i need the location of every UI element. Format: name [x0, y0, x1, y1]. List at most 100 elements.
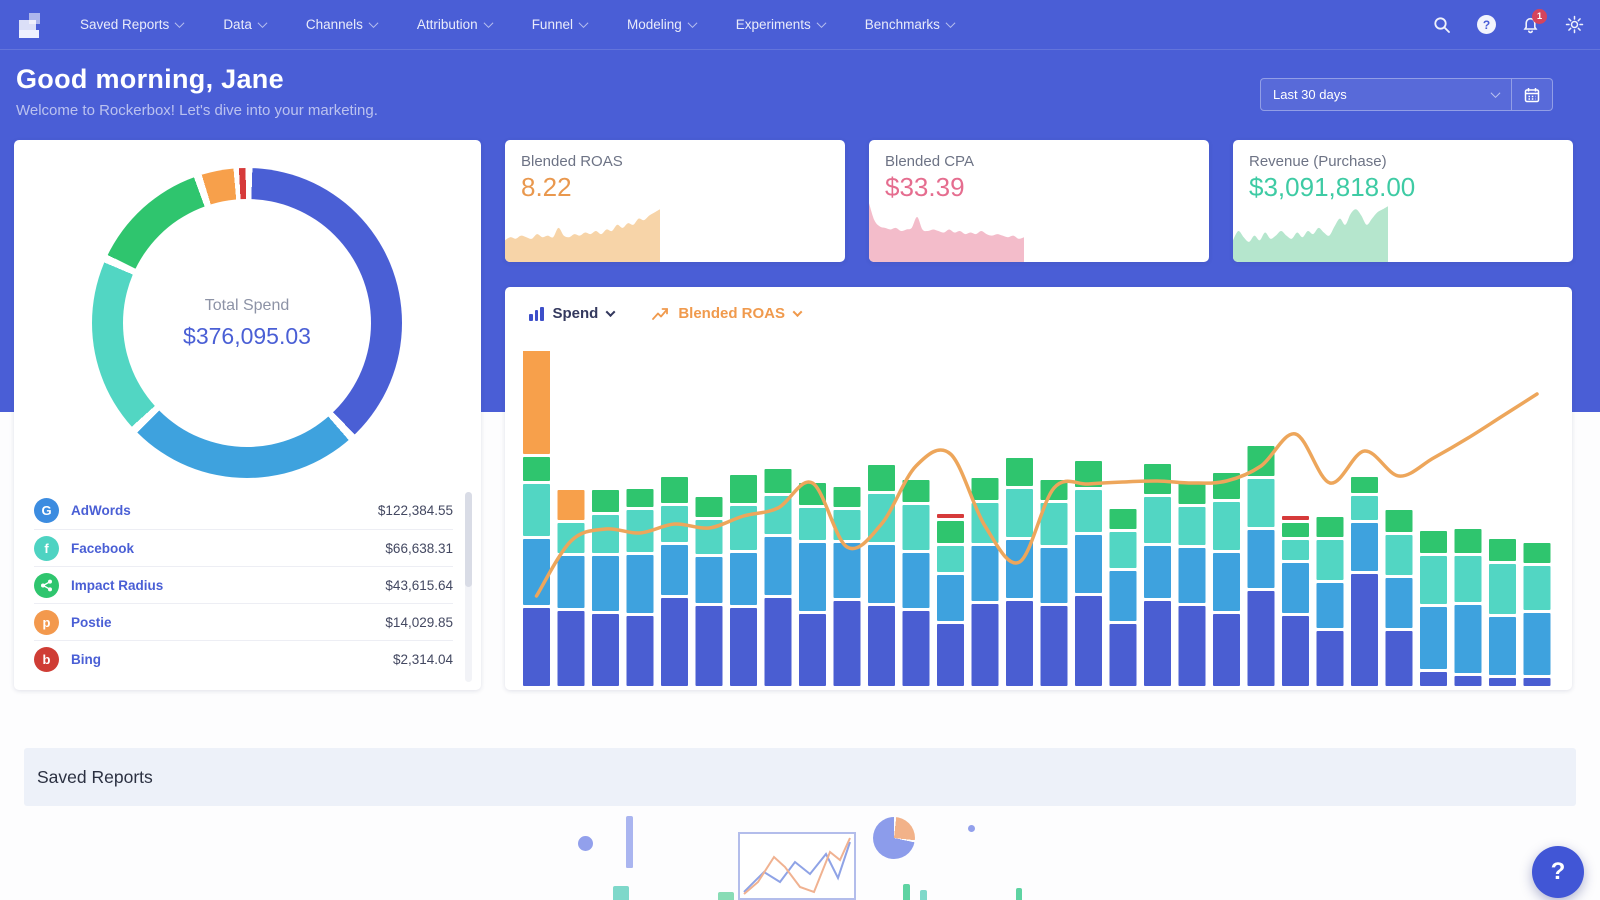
- search-icon[interactable]: [1433, 16, 1451, 34]
- page-title: Good morning, Jane: [16, 64, 378, 95]
- impact-radius-icon: [34, 573, 59, 598]
- page-subtitle: Welcome to Rockerbox! Let's dive into yo…: [16, 102, 378, 119]
- channel-name: AdWords: [71, 503, 131, 518]
- scrollbar-thumb[interactable]: [465, 492, 472, 587]
- nav-menu: Saved Reports Data Channels Attribution Funn…: [80, 17, 954, 32]
- calendar-icon: [1524, 87, 1540, 103]
- adwords-icon: G: [34, 498, 59, 523]
- chevron-down-icon: [175, 18, 185, 28]
- chevron-down-icon: [257, 18, 267, 28]
- nav-item-attribution[interactable]: Attribution: [417, 17, 492, 32]
- notification-badge: 1: [1532, 9, 1547, 24]
- channel-row-postie[interactable]: pPostie$14,029.85: [34, 603, 453, 640]
- channel-row-impact-radius[interactable]: Impact Radius $43,615.64: [34, 566, 453, 603]
- nav-item-benchmarks[interactable]: Benchmarks: [865, 17, 954, 32]
- illustration-line-chart-icon: [738, 832, 856, 900]
- nav-item-label: Data: [223, 17, 252, 32]
- kpi-sparkline: [869, 200, 1024, 262]
- date-range-value: Last 30 days: [1273, 87, 1347, 102]
- kpi-card-revenue-purchase-: Revenue (Purchase) $3,091,818.00: [1233, 140, 1573, 262]
- nav-item-modeling[interactable]: Modeling: [627, 17, 696, 32]
- nav-item-funnel[interactable]: Funnel: [532, 17, 587, 32]
- kpi-title: Blended ROAS: [521, 153, 845, 170]
- bing-icon: b: [34, 647, 59, 672]
- nav-item-saved-reports[interactable]: Saved Reports: [80, 17, 183, 32]
- illustration-dot-small: [968, 825, 975, 832]
- illustration-dot: [578, 836, 593, 851]
- kpi-value: 8.22: [521, 172, 845, 203]
- help-fab-button[interactable]: ?: [1532, 846, 1584, 898]
- channel-name: Facebook: [71, 541, 134, 556]
- kpi-title: Revenue (Purchase): [1249, 153, 1573, 170]
- nav-actions: ? 1: [1433, 15, 1584, 34]
- metric-label: Spend: [553, 305, 599, 322]
- channel-list-scrollbar: [465, 492, 472, 682]
- chevron-down-icon: [1491, 88, 1501, 98]
- notifications-bell-icon[interactable]: 1: [1522, 16, 1539, 34]
- channel-name: Postie: [71, 615, 112, 630]
- total-spend-value: $376,095.03: [183, 323, 311, 350]
- help-icon[interactable]: ?: [1477, 15, 1496, 34]
- bar-chart-icon: [529, 307, 544, 321]
- postie-icon: p: [34, 610, 59, 635]
- nav-item-label: Experiments: [736, 17, 811, 32]
- nav-item-channels[interactable]: Channels: [306, 17, 377, 32]
- channel-spend-value: $2,314.04: [393, 652, 453, 667]
- chevron-down-icon: [606, 307, 616, 317]
- channel-row-bing[interactable]: b Bing $2,314.04: [34, 640, 453, 677]
- total-spend-donut-chart: Total Spend $376,095.03: [92, 168, 402, 478]
- nav-item-data[interactable]: Data: [223, 17, 266, 32]
- channel-spend-value: $66,638.31: [385, 541, 453, 556]
- spend-stacked-bar-chart: [521, 351, 1556, 686]
- kpi-sparkline: [1233, 200, 1388, 262]
- metric-label: Blended ROAS: [678, 305, 785, 322]
- nav-item-label: Funnel: [532, 17, 573, 32]
- rockerbox-logo[interactable]: [16, 11, 44, 39]
- chart-metric-selectors: Spend Blended ROAS: [505, 287, 1572, 322]
- greeting-block: Good morning, Jane Welcome to Rockerbox!…: [16, 64, 378, 119]
- channel-list: G AdWords $122,384.55 f Facebook $66,638.31 Im…: [34, 492, 453, 677]
- channel-row-facebook[interactable]: f Facebook $66,638.31: [34, 529, 453, 566]
- date-range-control: Last 30 days: [1260, 78, 1553, 111]
- nav-item-experiments[interactable]: Experiments: [736, 17, 825, 32]
- kpi-value: $33.39: [885, 172, 1209, 203]
- kpi-card-blended-cpa: Blended CPA $33.39: [869, 140, 1209, 262]
- nav-item-label: Saved Reports: [80, 17, 169, 32]
- settings-gear-icon[interactable]: [1565, 15, 1584, 34]
- saved-reports-section-header: Saved Reports: [24, 748, 1576, 806]
- nav-item-label: Benchmarks: [865, 17, 940, 32]
- spend-chart-card: Spend Blended ROAS: [505, 287, 1572, 690]
- kpi-cards-row: Blended ROAS 8.22 Blended CPA $33.39 Revenue…: [505, 140, 1573, 262]
- facebook-icon: f: [34, 536, 59, 561]
- chevron-down-icon: [579, 18, 589, 28]
- metric-selector-blended-roas[interactable]: Blended ROAS: [652, 305, 801, 322]
- navbar: Saved Reports Data Channels Attribution Funn…: [0, 0, 1600, 50]
- date-range-select[interactable]: Last 30 days: [1260, 78, 1512, 111]
- chevron-down-icon: [945, 18, 955, 28]
- channel-name: Bing: [71, 652, 101, 667]
- trend-line-icon: [652, 307, 669, 321]
- channel-spend-value: $122,384.55: [378, 503, 453, 518]
- total-spend-card: Total Spend $376,095.03 G AdWords $122,384…: [14, 140, 481, 690]
- metric-selector-spend[interactable]: Spend: [529, 305, 614, 322]
- total-spend-label: Total Spend: [205, 297, 290, 315]
- nav-item-label: Attribution: [417, 17, 478, 32]
- nav-item-label: Modeling: [627, 17, 682, 32]
- chevron-down-icon: [816, 18, 826, 28]
- chevron-down-icon: [368, 18, 378, 28]
- nav-item-label: Channels: [306, 17, 363, 32]
- chevron-down-icon: [687, 18, 697, 28]
- illustration-pie-chart-icon: [873, 817, 915, 859]
- chevron-down-icon: [483, 18, 493, 28]
- channel-name: Impact Radius: [71, 578, 163, 593]
- help-fab-label: ?: [1551, 858, 1566, 886]
- channel-spend-value: $43,615.64: [385, 578, 453, 593]
- saved-reports-illustration: [568, 800, 1068, 900]
- channel-row-adwords[interactable]: G AdWords $122,384.55: [34, 492, 453, 529]
- kpi-card-blended-roas: Blended ROAS 8.22: [505, 140, 845, 262]
- kpi-sparkline: [505, 200, 660, 262]
- chevron-down-icon: [793, 307, 803, 317]
- calendar-button[interactable]: [1512, 78, 1553, 111]
- kpi-value: $3,091,818.00: [1249, 172, 1573, 203]
- kpi-title: Blended CPA: [885, 153, 1209, 170]
